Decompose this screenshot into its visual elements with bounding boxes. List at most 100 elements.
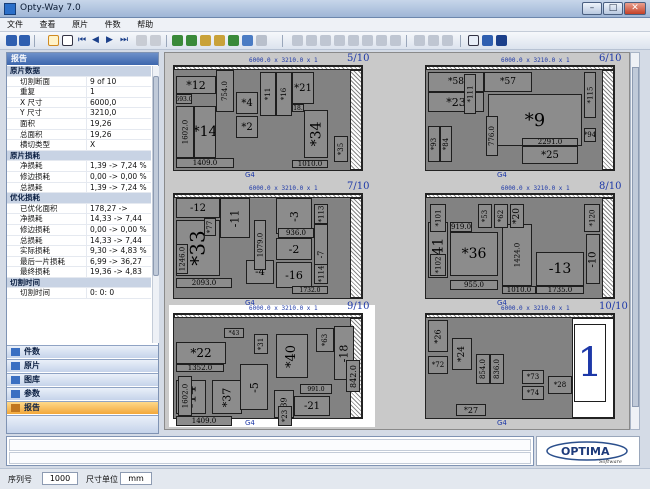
- tool-4-icon[interactable]: [214, 35, 225, 46]
- glass-piece[interactable]: 854.0: [476, 354, 490, 384]
- glass-piece[interactable]: *27: [456, 404, 486, 416]
- save-icon[interactable]: [6, 35, 17, 46]
- tool-6-icon[interactable]: [242, 35, 253, 46]
- property-group[interactable]: 优化损耗: [7, 193, 151, 204]
- glass-piece[interactable]: *28: [548, 376, 572, 394]
- glass-piece[interactable]: *93: [428, 126, 440, 162]
- glass-piece[interactable]: *11: [260, 72, 276, 116]
- tool-8-icon[interactable]: [292, 35, 303, 46]
- glass-piece[interactable]: *120: [584, 204, 600, 232]
- property-group[interactable]: 原片数据: [7, 66, 151, 77]
- nav-params[interactable]: 参数: [7, 387, 158, 400]
- glass-piece[interactable]: 1602.0: [176, 106, 194, 158]
- glass-piece[interactable]: *43: [224, 328, 244, 338]
- redo-icon[interactable]: [428, 35, 439, 46]
- zoom-out-icon[interactable]: [150, 35, 161, 46]
- tool-3-icon[interactable]: [200, 35, 211, 46]
- glass-piece[interactable]: 1602.0: [178, 376, 192, 416]
- glass-piece[interactable]: *115: [584, 72, 596, 118]
- glass-piece[interactable]: *14: [194, 106, 216, 158]
- glass-piece[interactable]: -21: [294, 396, 330, 416]
- glass-piece[interactable]: *31: [254, 334, 268, 354]
- glass-sheet[interactable]: *12 693.0 754.0 1602.0 *14 1409.0 *4 *2 *11 *16 *2…: [173, 65, 363, 171]
- sheet-preview[interactable]: 6000.0 x 3210.0 x 1 7/10 -12 -11 -3 *33 2093.0…: [169, 181, 375, 307]
- first-page-icon[interactable]: ⏮: [78, 35, 89, 46]
- menu-pieces[interactable]: 件数: [98, 18, 128, 31]
- glass-piece[interactable]: *101: [430, 204, 446, 232]
- glass-piece[interactable]: -5: [240, 364, 268, 410]
- property-scrollbar[interactable]: [152, 66, 159, 343]
- property-group[interactable]: 切割时间: [7, 277, 151, 289]
- glass-piece[interactable]: *16: [276, 72, 292, 116]
- tool-13-icon[interactable]: [362, 35, 373, 46]
- multi-view-icon[interactable]: [62, 35, 73, 46]
- save-as-icon[interactable]: [19, 35, 30, 46]
- glass-piece[interactable]: *62: [494, 204, 508, 228]
- glass-piece[interactable]: 836.0: [490, 354, 504, 384]
- glass-piece[interactable]: 842.0: [346, 360, 360, 392]
- glass-piece[interactable]: *94: [584, 128, 596, 142]
- glass-piece[interactable]: *113: [314, 204, 328, 224]
- sheet-preview[interactable]: 6000.0 x 3210.0 x 1 6/10 *58 *57 *23 *9 2291.0…: [421, 53, 627, 179]
- glass-piece[interactable]: 1: [574, 324, 606, 402]
- glass-piece[interactable]: 919.0: [450, 222, 472, 232]
- menu-file[interactable]: 文件: [0, 18, 30, 31]
- glass-piece[interactable]: 1246.0: [176, 244, 188, 274]
- glass-piece[interactable]: *57: [484, 72, 532, 92]
- last-page-icon[interactable]: ⏭: [120, 35, 131, 46]
- glass-piece[interactable]: *2: [236, 116, 258, 138]
- nav-sheets[interactable]: 原片: [7, 359, 158, 372]
- tool-5-icon[interactable]: [228, 35, 239, 46]
- glass-piece[interactable]: 936.0: [278, 228, 314, 238]
- menu-view[interactable]: 查看: [33, 18, 63, 31]
- glass-piece[interactable]: 1735.0: [536, 286, 584, 294]
- sheet-preview[interactable]: 6000.0 x 3210.0 x 1 5/10 *12 693.0 754.0 1602…: [169, 53, 375, 179]
- tool-12-icon[interactable]: [348, 35, 359, 46]
- glass-piece[interactable]: *25: [522, 146, 578, 164]
- close-button[interactable]: ✕: [624, 2, 646, 15]
- tool-11-icon[interactable]: [334, 35, 345, 46]
- glass-piece[interactable]: 1079.0: [254, 220, 266, 270]
- glass-piece[interactable]: *72: [428, 356, 448, 374]
- glass-piece[interactable]: 1010.0: [502, 286, 536, 294]
- glass-piece[interactable]: -12: [176, 198, 220, 218]
- glass-piece[interactable]: 1409.0: [176, 416, 232, 426]
- glass-piece[interactable]: 1010.0: [292, 160, 328, 168]
- glass-piece[interactable]: 918.0: [292, 104, 304, 112]
- glass-piece[interactable]: *22: [176, 342, 226, 364]
- glass-piece[interactable]: -10: [586, 234, 600, 284]
- glass-piece[interactable]: *63: [316, 328, 334, 352]
- glass-piece[interactable]: *102: [430, 254, 446, 276]
- canvas-scrollbar[interactable]: [630, 52, 640, 430]
- glass-piece[interactable]: *4: [236, 92, 258, 114]
- maximize-button[interactable]: □: [603, 2, 623, 15]
- glass-piece[interactable]: *20: [510, 204, 524, 228]
- nav-report[interactable]: 报告: [7, 401, 158, 414]
- tool-14-icon[interactable]: [376, 35, 387, 46]
- glass-piece[interactable]: 1732.0: [292, 286, 328, 294]
- glass-piece[interactable]: 1409.0: [176, 158, 234, 168]
- glass-piece[interactable]: *37: [212, 380, 242, 414]
- glass-piece[interactable]: -13: [536, 252, 584, 286]
- glass-piece[interactable]: *36: [450, 232, 498, 276]
- optimize-2-icon[interactable]: [186, 35, 197, 46]
- glass-sheet[interactable]: *26 *24 *72 *27 *73 *74 854.0 836.0 1 *28: [425, 313, 615, 419]
- glass-piece[interactable]: 754.0: [216, 70, 234, 112]
- optimize-icon[interactable]: [172, 35, 183, 46]
- sheet-preview[interactable]: 6000.0 x 3210.0 x 1 8/10 *36 *41 -13 -10 1735.…: [421, 181, 627, 307]
- tool-16-icon[interactable]: [442, 35, 453, 46]
- glass-piece[interactable]: *24: [452, 338, 472, 370]
- glass-piece[interactable]: 1424.0: [502, 224, 532, 286]
- glass-piece[interactable]: *53: [478, 204, 492, 228]
- glass-piece[interactable]: *23: [278, 406, 292, 426]
- glass-piece[interactable]: 955.0: [450, 280, 498, 290]
- undo-icon[interactable]: [414, 35, 425, 46]
- minimize-button[interactable]: –: [582, 2, 602, 15]
- sheet-preview[interactable]: 6000.0 x 3210.0 x 1 10/10 *26 *24 *72 *27 *73 *…: [421, 301, 628, 427]
- glass-piece[interactable]: 991.0: [300, 384, 332, 394]
- nav-library[interactable]: 图库: [7, 373, 158, 386]
- glass-piece[interactable]: 2291.0: [522, 138, 578, 146]
- print-icon[interactable]: [482, 35, 493, 46]
- sheet-preview[interactable]: 6000.0 x 3210.0 x 19/10*22-14*37-5*40*39…: [169, 301, 375, 427]
- tool-15-icon[interactable]: [390, 35, 401, 46]
